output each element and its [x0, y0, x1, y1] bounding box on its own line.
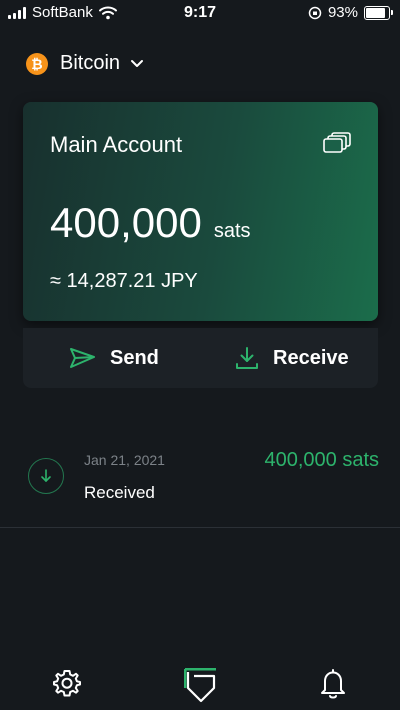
coin-selector[interactable]: ₿ Bitcoin — [26, 52, 144, 75]
receive-label: Receive — [273, 346, 349, 369]
gear-icon — [53, 670, 81, 697]
transaction-amount: 400,000 sats — [264, 449, 379, 471]
chevron-down-icon — [131, 59, 144, 67]
battery-percent: 93% — [327, 4, 358, 21]
orientation-lock-icon — [308, 6, 322, 19]
transaction-row[interactable]: Jan 21, 2021 Received 400,000 sats — [0, 440, 400, 528]
balance-unit: sats — [213, 220, 251, 242]
accounts-stack-icon[interactable] — [323, 132, 351, 154]
download-icon — [236, 347, 258, 369]
send-button[interactable]: Send — [70, 328, 159, 388]
transaction-date: Jan 21, 2021 — [84, 452, 165, 468]
account-name: Main Account — [50, 132, 183, 157]
status-bar: SoftBank 9:17 93% — [0, 0, 400, 28]
bell-icon — [321, 669, 345, 699]
shield-icon — [184, 668, 216, 703]
receive-button[interactable]: Receive — [235, 328, 349, 388]
tab-notifications[interactable] — [313, 668, 353, 708]
balance: 400,000 sats — [50, 199, 251, 247]
tab-bar — [0, 664, 400, 710]
transaction-type: Received — [84, 483, 155, 502]
balance-value: 400,000 — [50, 199, 202, 246]
send-label: Send — [110, 346, 159, 369]
status-right: 93% — [308, 4, 393, 21]
coin-name: Bitcoin — [60, 52, 121, 74]
tab-settings[interactable] — [47, 668, 87, 708]
tab-wallet[interactable] — [181, 668, 221, 708]
account-card[interactable]: Main Account 400,000 sats ≈ 14,287.21 JP… — [23, 102, 378, 321]
send-icon — [70, 348, 95, 368]
bitcoin-icon: ₿ — [26, 52, 48, 75]
action-bar: Send Receive — [23, 328, 378, 388]
download-icon — [28, 458, 64, 494]
battery-icon — [364, 5, 393, 20]
fiat-value: ≈ 14,287.21 JPY — [50, 270, 198, 292]
